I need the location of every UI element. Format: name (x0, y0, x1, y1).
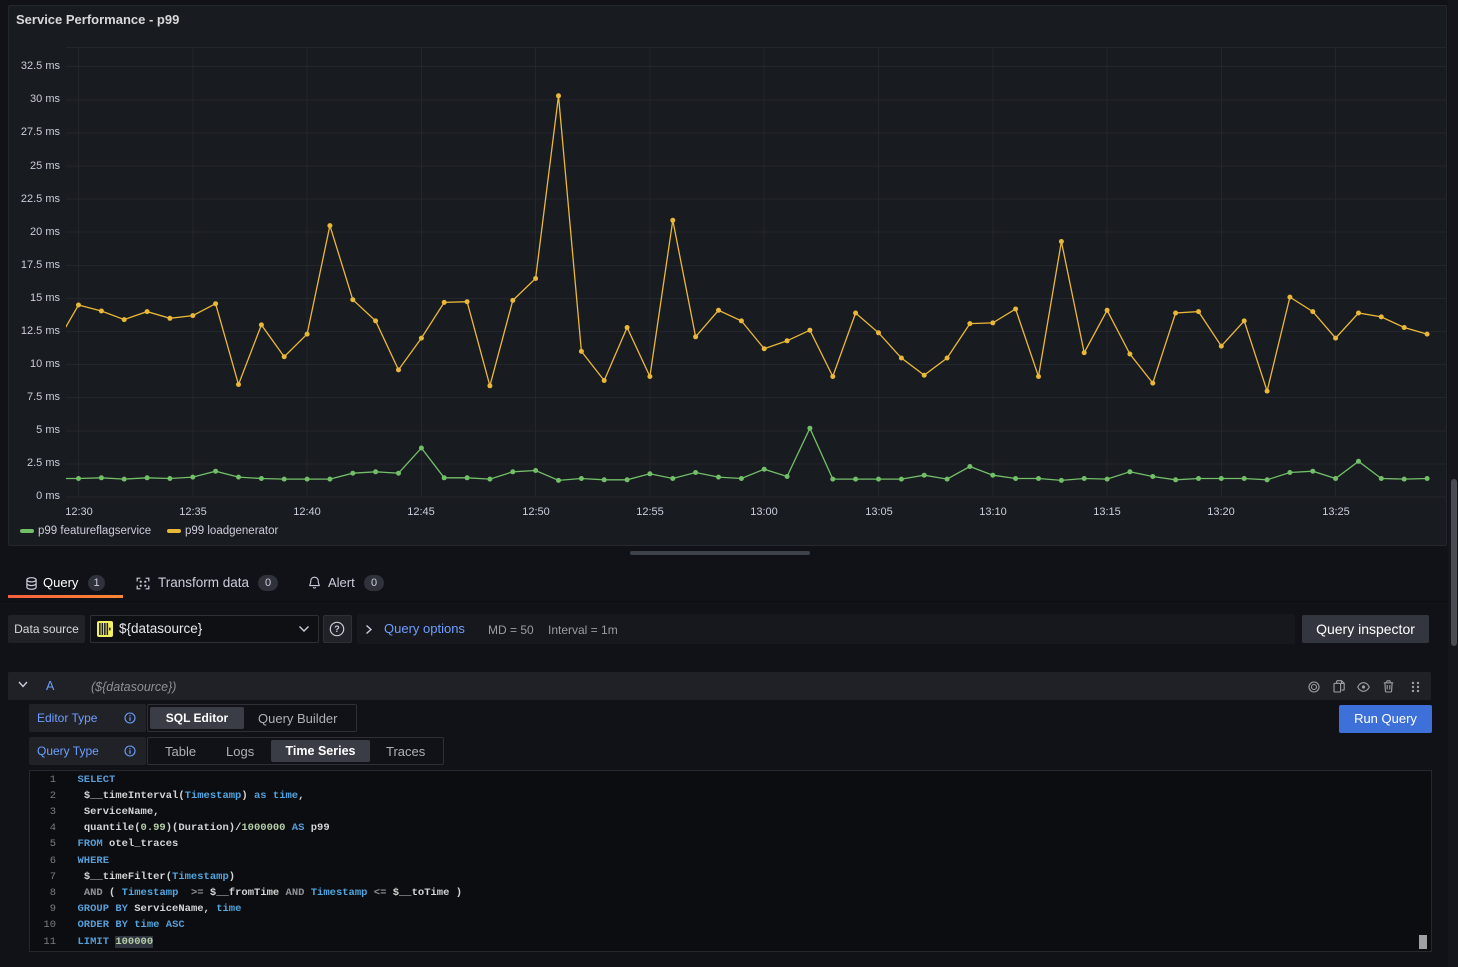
svg-text:?: ? (334, 624, 340, 634)
